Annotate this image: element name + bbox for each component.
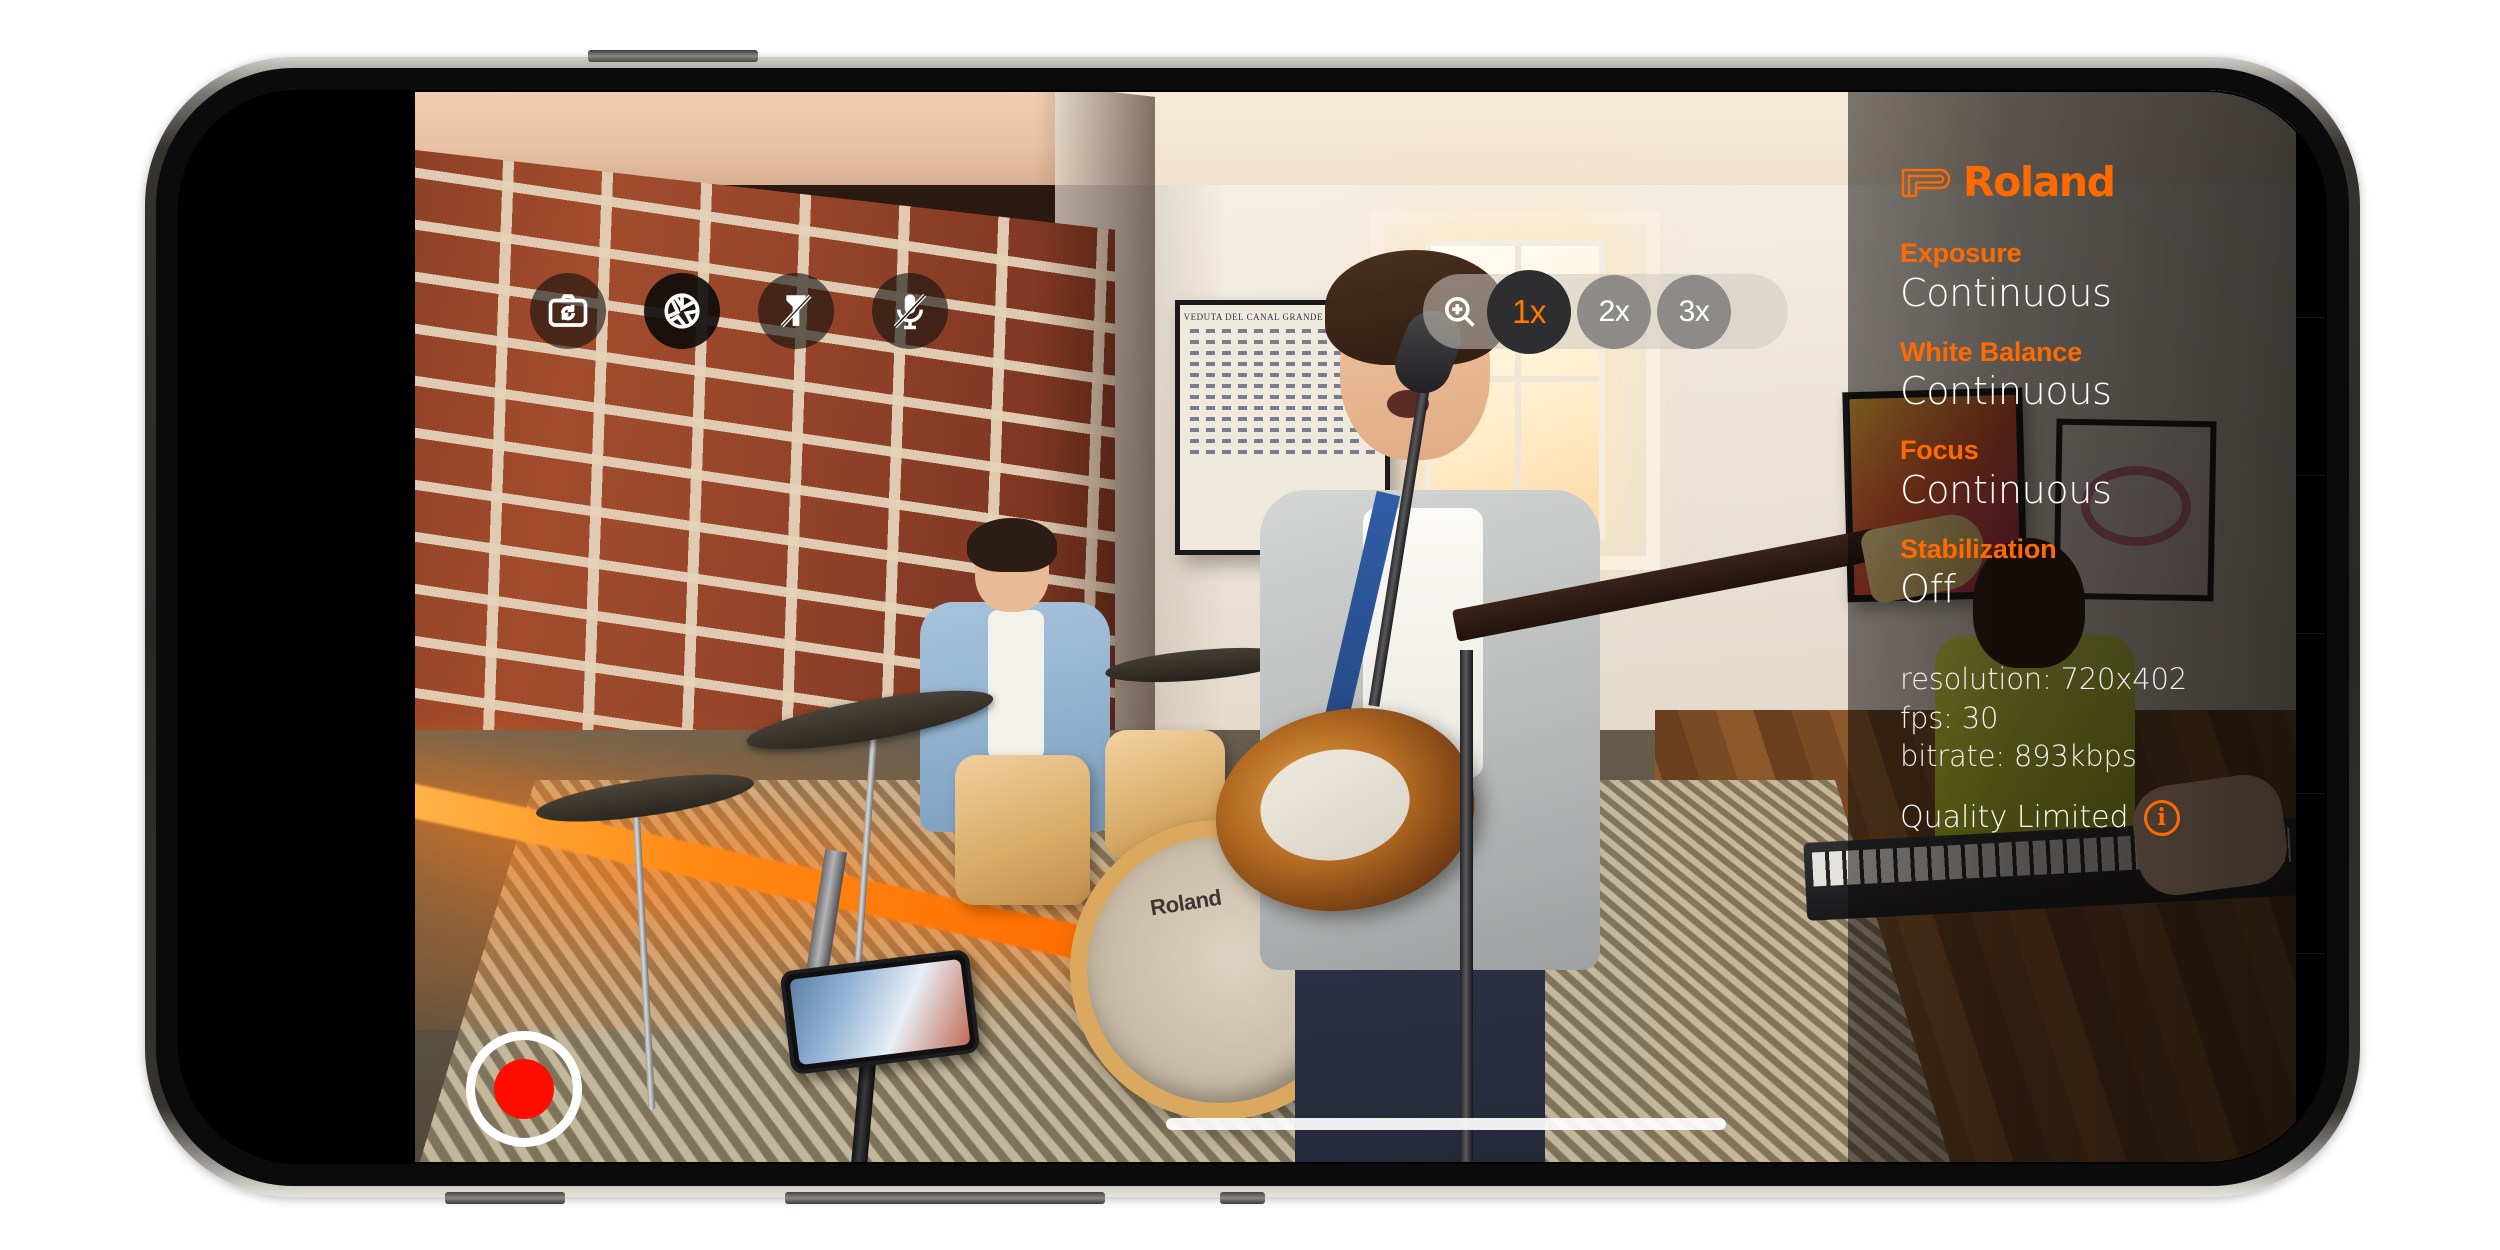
lock-column — [2296, 90, 2327, 1164]
lock-row-empty — [2296, 794, 2327, 954]
phone-screen: VEDUTA DEL CANAL GRANDE DI VENEZIA Rolan… — [178, 90, 2327, 1164]
switch-camera-button[interactable] — [530, 273, 606, 349]
stat-fps: fps: 30 — [1900, 700, 1999, 735]
mute-switch[interactable] — [445, 1192, 565, 1204]
stream-stats: resolution: 720x402 fps: 30 bitrate: 893… — [1900, 660, 2300, 836]
lock-row-stabilization — [2296, 634, 2327, 794]
record-dot — [494, 1059, 554, 1119]
roland-wordmark: Roland — [1963, 158, 2116, 206]
zoom-control[interactable]: 1x 2x 3x — [1423, 269, 1788, 354]
quality-limited-label: Quality Limited — [1900, 800, 2129, 836]
roland-mark-icon — [1901, 168, 1951, 198]
setting-exposure[interactable]: Exposure Continuous — [1900, 237, 2300, 317]
phone-inner-frame: VEDUTA DEL CANAL GRANDE DI VENEZIA Rolan… — [156, 68, 2349, 1186]
volume-rocker[interactable] — [785, 1192, 1105, 1204]
zoom-option-2x[interactable]: 2x — [1577, 274, 1651, 349]
aperture-icon — [664, 293, 700, 329]
setting-white-balance[interactable]: White Balance Continuous — [1900, 336, 2300, 416]
setting-label: Focus — [1900, 435, 1979, 466]
setting-stabilization[interactable]: Stabilization Off — [1900, 533, 2300, 613]
camera-flip-icon — [548, 294, 588, 327]
volume-button[interactable] — [588, 50, 758, 62]
zoom-option-1x[interactable]: 1x — [1487, 269, 1571, 354]
zoom-in-magnifier-icon — [1437, 289, 1483, 335]
phone-bezel: VEDUTA DEL CANAL GRANDE DI VENEZIA Rolan… — [178, 90, 2327, 1164]
camera-settings-panel: Roland Exposure Continuous White Balance… — [1848, 90, 2300, 1164]
mic-off-icon — [893, 293, 927, 330]
setting-label: Stabilization — [1900, 533, 2057, 564]
setting-value: Off — [1900, 566, 1956, 611]
info-circle-icon[interactable]: i — [2143, 799, 2180, 836]
stat-bitrate: bitrate: 893kbps — [1900, 739, 2137, 774]
flashlight-off-icon — [780, 294, 812, 328]
setting-focus[interactable]: Focus Continuous — [1900, 434, 2300, 514]
phone-device-frame: VEDUTA DEL CANAL GRANDE DI VENEZIA Rolan… — [145, 50, 2360, 1204]
home-indicator[interactable] — [1166, 1118, 1726, 1130]
setting-label: White Balance — [1900, 336, 2082, 367]
setting-value: Continuous — [1900, 468, 2112, 512]
microphone-button[interactable] — [872, 273, 948, 349]
setting-label: Exposure — [1900, 238, 2022, 268]
quality-limited-row[interactable]: Quality Limited i — [1900, 799, 2300, 836]
record-button[interactable] — [466, 1031, 582, 1147]
aperture-button[interactable] — [644, 273, 720, 349]
torch-button[interactable] — [758, 273, 834, 349]
stat-resolution: resolution: 720x402 — [1900, 662, 2188, 697]
roland-logo: Roland — [1900, 162, 2300, 203]
power-button[interactable] — [1220, 1192, 1265, 1204]
camera-toolbar — [530, 273, 948, 349]
screenshot-canvas: VEDUTA DEL CANAL GRANDE DI VENEZIA Rolan… — [0, 0, 2500, 1250]
zoom-option-3x[interactable]: 3x — [1657, 274, 1731, 349]
lock-row-white-balance[interactable] — [2296, 318, 2327, 476]
lock-row-exposure[interactable] — [2296, 90, 2327, 318]
lock-row-focus[interactable] — [2296, 476, 2327, 634]
setting-value: Continuous — [1900, 369, 2112, 414]
setting-value: Continuous — [1900, 270, 2112, 315]
